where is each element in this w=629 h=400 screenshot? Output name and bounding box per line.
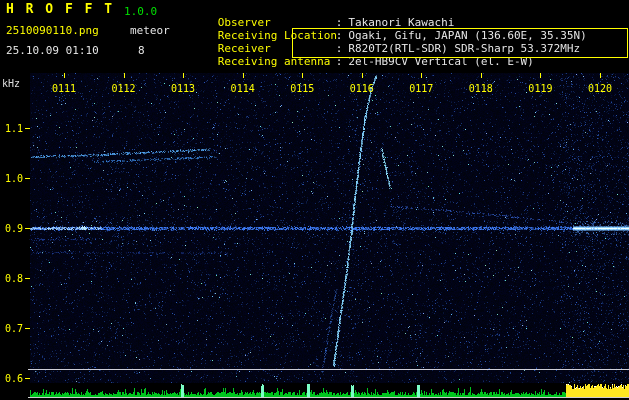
spectrogram-canvas — [0, 73, 629, 383]
mode-label: meteor — [130, 24, 170, 37]
info-label: Receiver — [217, 42, 271, 55]
timestamp: 25.10.09 01:10 — [6, 44, 99, 57]
info-value: Takanori Kawachi — [348, 16, 455, 29]
info-label: Receiving antenna — [217, 55, 331, 68]
info-separator: : — [335, 29, 343, 42]
app-title: H R O F F T — [6, 2, 115, 17]
station-info: Observer: Takanori Kawachi Receiving Loca… — [178, 3, 587, 68]
info-separator: : — [335, 16, 343, 29]
info-label: Receiving Location — [217, 29, 337, 42]
info-value: Ogaki, Gifu, JAPAN (136.60E, 35.35N) — [348, 29, 587, 42]
output-filename: 2510090110.png — [6, 24, 99, 37]
hrofft-window: H R O F F T 1.0.0 2510090110.png meteor … — [0, 0, 629, 400]
echo-count: 8 — [138, 44, 145, 57]
app-version: 1.0.0 — [124, 5, 158, 18]
info-value: R820T2(RTL-SDR) SDR-Sharp 53.372MHz — [348, 42, 581, 55]
info-separator: : — [335, 55, 343, 68]
info-label: Observer — [217, 16, 271, 29]
info-value: 2el-HB9CV Vertical (el. E-W) — [348, 55, 534, 68]
signal-level-canvas — [0, 383, 629, 400]
info-row-observer: Observer: Takanori Kawachi — [178, 3, 587, 29]
info-separator: : — [335, 42, 343, 55]
